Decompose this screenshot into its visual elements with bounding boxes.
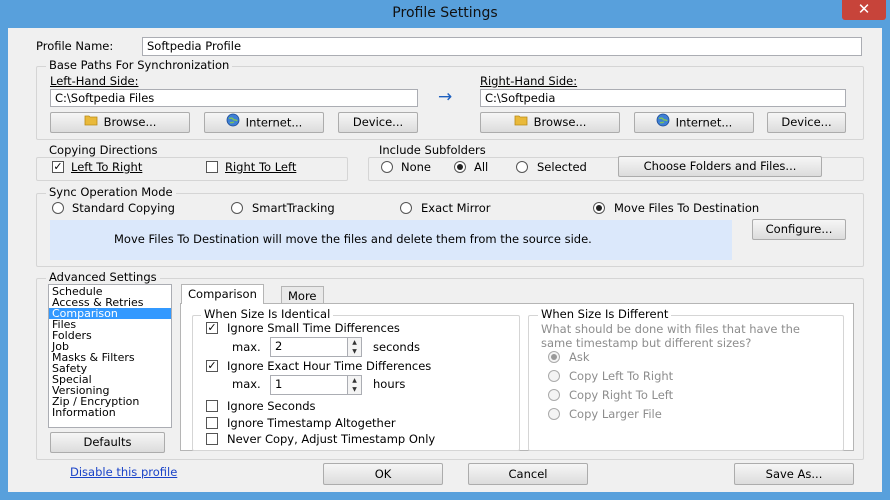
profile-settings-window: Profile Settings ✕ Profile Name: Softped…: [0, 0, 890, 500]
right-browse-label: Browse...: [533, 115, 587, 129]
disable-profile-link[interactable]: Disable this profile: [70, 465, 177, 479]
list-item[interactable]: Information: [49, 407, 171, 418]
include-subfolders-title: Include Subfolders: [376, 144, 489, 157]
base-paths-title: Base Paths For Synchronization: [46, 59, 233, 72]
ignore-small-differences-label: Ignore Small Time Differences: [227, 321, 400, 335]
max-hours-label: max.: [232, 377, 261, 391]
stepper-down-icon[interactable]: ▼: [348, 385, 361, 394]
never-copy-label: Never Copy, Adjust Timestamp Only: [227, 432, 436, 446]
cancel-button[interactable]: Cancel: [468, 463, 588, 485]
right-to-left-checkbox[interactable]: [206, 161, 218, 173]
ignore-small-differences-checkbox[interactable]: ✓: [206, 322, 218, 334]
copy-left-to-right-label: Copy Left To Right: [569, 369, 674, 383]
left-device-button[interactable]: Device...: [338, 112, 418, 133]
seconds-value-input[interactable]: 2: [270, 337, 348, 357]
right-path-input[interactable]: C:\Softpedia: [480, 89, 846, 107]
subfolders-all-radio[interactable]: [454, 161, 466, 173]
choose-folders-button[interactable]: Choose Folders and Files...: [618, 156, 822, 177]
right-browse-button[interactable]: Browse...: [480, 112, 620, 133]
left-path-input[interactable]: C:\Softpedia Files: [50, 89, 418, 107]
move-files-label: Move Files To Destination: [614, 201, 760, 215]
ignore-hour-differences-label: Ignore Exact Hour Time Differences: [227, 359, 432, 373]
ignore-timestamp-label: Ignore Timestamp Altogether: [227, 416, 396, 430]
folder-icon: [514, 113, 528, 132]
copy-right-to-left-radio[interactable]: [548, 389, 560, 401]
stepper-up-icon[interactable]: ▲: [348, 338, 361, 347]
save-as-button[interactable]: Save As...: [734, 463, 854, 485]
never-copy-checkbox[interactable]: [206, 433, 218, 445]
standard-copying-radio[interactable]: [52, 202, 64, 214]
globe-icon: [656, 113, 670, 133]
subfolders-all-label: All: [474, 160, 489, 174]
left-to-right-checkbox[interactable]: ✓: [52, 161, 64, 173]
globe-icon: [226, 113, 240, 133]
mode-description-text: Move Files To Destination will move the …: [114, 232, 592, 246]
dialog-body: Profile Name: Softpedia Profile Base Pat…: [8, 28, 882, 492]
ok-button[interactable]: OK: [323, 463, 443, 485]
right-internet-button[interactable]: Internet...: [634, 112, 754, 133]
standard-copying-label: Standard Copying: [72, 201, 175, 215]
seconds-unit-label: seconds: [373, 340, 421, 354]
size-different-title: When Size Is Different: [538, 308, 672, 321]
copy-larger-file-label: Copy Larger File: [569, 407, 662, 421]
left-internet-button[interactable]: Internet...: [204, 112, 324, 133]
sync-mode-title: Sync Operation Mode: [46, 186, 176, 199]
smart-tracking-label: SmartTracking: [252, 201, 335, 215]
hours-unit-label: hours: [373, 377, 406, 391]
seconds-stepper[interactable]: ▲ ▼: [348, 337, 362, 357]
max-seconds-label: max.: [232, 340, 261, 354]
left-side-label: Left-Hand Side:: [50, 74, 139, 88]
copy-right-to-left-label: Copy Right To Left: [569, 388, 674, 402]
subfolders-none-radio[interactable]: [381, 161, 393, 173]
move-files-radio[interactable]: [593, 202, 605, 214]
settings-category-list[interactable]: Schedule Access & Retries Comparison Fil…: [48, 284, 172, 428]
advanced-settings-title: Advanced Settings: [46, 271, 160, 284]
mode-description-box: Move Files To Destination will move the …: [50, 220, 732, 260]
copy-left-to-right-radio[interactable]: [548, 370, 560, 382]
ask-label: Ask: [569, 350, 590, 364]
ask-radio[interactable]: [548, 351, 560, 363]
hours-value-input[interactable]: 1: [270, 375, 348, 395]
configure-button[interactable]: Configure...: [752, 219, 846, 240]
arrow-right-icon: →: [438, 87, 453, 107]
ignore-timestamp-checkbox[interactable]: [206, 417, 218, 429]
left-to-right-label: Left To Right: [71, 160, 143, 174]
subfolders-none-label: None: [401, 160, 432, 174]
left-browse-label: Browse...: [103, 115, 157, 129]
close-button[interactable]: ✕: [842, 0, 886, 20]
profile-name-input[interactable]: Softpedia Profile: [142, 37, 862, 56]
profile-name-label: Profile Name:: [36, 39, 114, 53]
copy-larger-file-radio[interactable]: [548, 408, 560, 420]
defaults-button[interactable]: Defaults: [50, 432, 165, 453]
exact-mirror-label: Exact Mirror: [421, 201, 491, 215]
subfolders-selected-label: Selected: [537, 160, 587, 174]
smart-tracking-radio[interactable]: [231, 202, 243, 214]
right-side-label: Right-Hand Side:: [480, 74, 578, 88]
left-internet-label: Internet...: [245, 115, 303, 130]
ignore-seconds-checkbox[interactable]: [206, 400, 218, 412]
folder-icon: [84, 113, 98, 132]
window-title: Profile Settings: [392, 5, 498, 21]
ignore-hour-differences-checkbox[interactable]: ✓: [206, 360, 218, 372]
subfolders-selected-radio[interactable]: [516, 161, 528, 173]
right-device-button[interactable]: Device...: [767, 112, 846, 133]
stepper-down-icon[interactable]: ▼: [348, 347, 361, 356]
stepper-up-icon[interactable]: ▲: [348, 376, 361, 385]
right-internet-label: Internet...: [675, 115, 733, 130]
size-different-question: What should be done with files that have…: [541, 322, 800, 350]
right-to-left-label: Right To Left: [225, 160, 297, 174]
left-browse-button[interactable]: Browse...: [50, 112, 190, 133]
ignore-seconds-label: Ignore Seconds: [227, 399, 316, 413]
copying-directions-title: Copying Directions: [46, 144, 161, 157]
exact-mirror-radio[interactable]: [400, 202, 412, 214]
tab-comparison[interactable]: Comparison: [181, 284, 264, 304]
hours-stepper[interactable]: ▲ ▼: [348, 375, 362, 395]
size-identical-title: When Size Is Identical: [201, 308, 334, 321]
